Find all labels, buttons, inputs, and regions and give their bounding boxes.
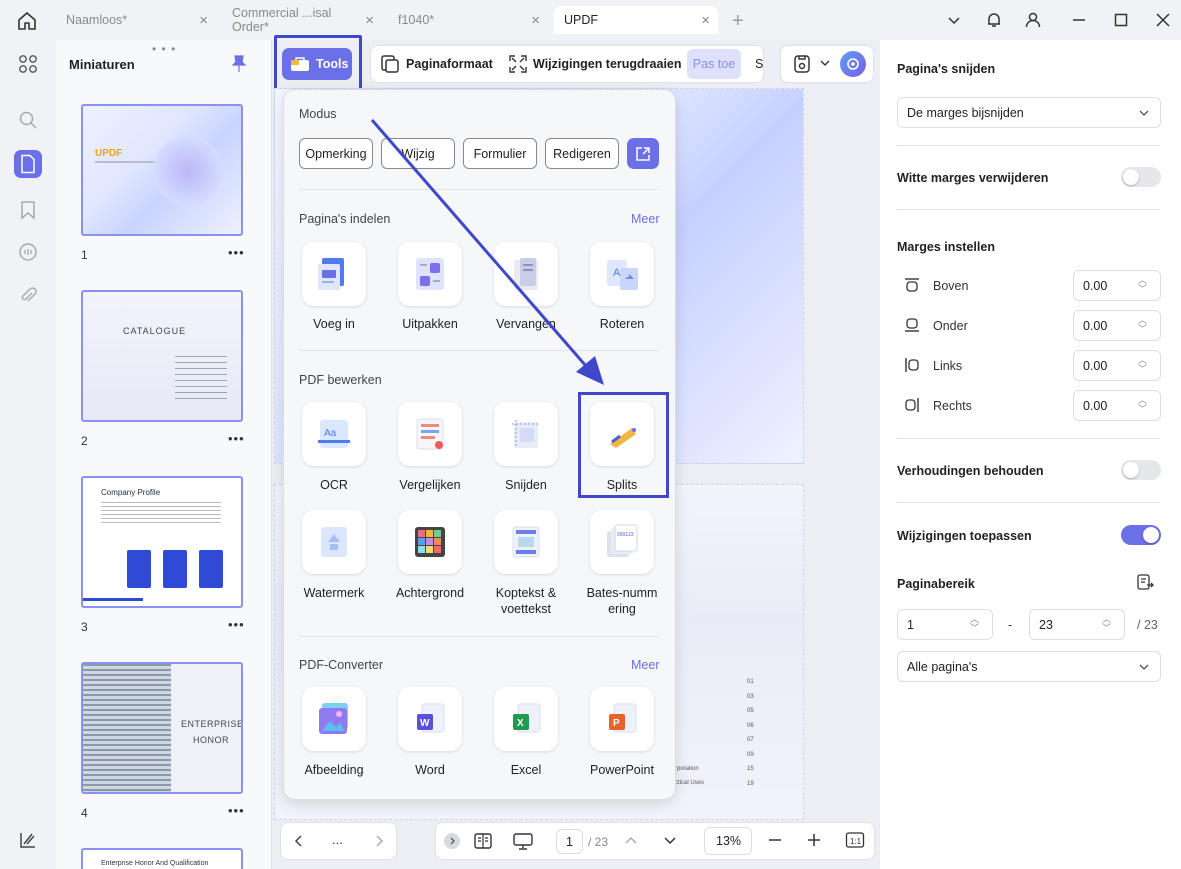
margin-value: 0.00 <box>1083 318 1108 333</box>
range-to-input[interactable]: 23 ︿ ﹀ <box>1029 609 1125 640</box>
stepper-icon[interactable]: ︿ ﹀ <box>1102 615 1111 633</box>
divider <box>897 209 1161 210</box>
zoom-input[interactable]: 13% <box>704 827 752 855</box>
margin-left-input[interactable]: 0.00 ︿ ﹀ <box>1073 350 1161 381</box>
stepper-icon[interactable]: ︿ ﹀ <box>1138 396 1147 414</box>
stepper-icon[interactable]: ︿ ﹀ <box>970 615 979 633</box>
range-title: Paginabereik <box>897 577 975 591</box>
margin-bottom-input[interactable]: 0.00 ︿ ﹀ <box>1073 310 1161 341</box>
crop-mode-select[interactable]: De marges bijsnijden <box>897 97 1161 128</box>
stepper-icon[interactable]: ︿ ﹀ <box>1138 276 1147 294</box>
presentation-icon[interactable] <box>512 831 534 851</box>
divider <box>897 145 1161 146</box>
crop-mode-value: De marges bijsnijden <box>907 105 1024 120</box>
stepper-icon[interactable]: ︿ ﹀ <box>1138 356 1147 374</box>
divider <box>897 502 1161 503</box>
stepper-icon[interactable]: ︿ ﹀ <box>1138 316 1147 334</box>
margin-label: Boven <box>933 279 969 293</box>
more-pages-dots[interactable]: ... <box>332 832 343 847</box>
page-down-icon[interactable] <box>663 835 677 847</box>
keep-ratio-label: Verhoudingen behouden <box>897 464 1044 478</box>
range-from-input[interactable]: 1 ︿ ﹀ <box>897 609 993 640</box>
divider <box>897 438 1161 439</box>
zoom-in-icon[interactable] <box>807 833 821 847</box>
white-margins-label: Witte marges verwijderen <box>897 171 1049 185</box>
margin-label: Rechts <box>933 399 972 413</box>
apply-changes-toggle[interactable] <box>1121 525 1161 545</box>
zoom-value: 13% <box>716 834 742 848</box>
page-number-input[interactable]: 1 <box>556 829 583 854</box>
range-total: / 23 <box>1137 618 1158 632</box>
crop-title: Pagina's snijden <box>897 62 996 76</box>
actual-size-icon[interactable]: 1:1 <box>845 831 865 849</box>
margin-label: Onder <box>933 319 968 333</box>
range-mode-value: Alle pagina's <box>907 659 978 674</box>
page-layout-icon[interactable] <box>473 831 493 851</box>
crop-settings-panel <box>880 40 1181 869</box>
margin-top-icon <box>904 277 920 293</box>
page-current: 1 <box>566 834 573 849</box>
svg-text:1:1: 1:1 <box>850 837 862 846</box>
chevron-down-icon <box>1139 664 1149 670</box>
margin-top-input[interactable]: 0.00 ︿ ﹀ <box>1073 270 1161 301</box>
margin-left-icon <box>904 357 920 373</box>
collapse-icon[interactable] <box>444 833 460 849</box>
keep-ratio-toggle[interactable] <box>1121 460 1161 480</box>
margin-bottom-icon <box>904 317 920 333</box>
margin-value: 0.00 <box>1083 398 1108 413</box>
margin-right-input[interactable]: 0.00 ︿ ﹀ <box>1073 390 1161 421</box>
margin-right-icon <box>904 397 920 413</box>
range-separator: - <box>1008 618 1013 632</box>
prev-icon[interactable] <box>293 834 305 848</box>
page-range-icon[interactable] <box>1136 573 1154 591</box>
margins-title: Marges instellen <box>897 240 995 254</box>
margin-label: Links <box>933 359 963 373</box>
page-up-icon[interactable] <box>624 834 638 846</box>
margin-value: 0.00 <box>1083 358 1108 373</box>
apply-changes-label: Wijzigingen toepassen <box>897 529 1032 543</box>
page-total: / 23 <box>588 835 609 849</box>
range-mode-select[interactable]: Alle pagina's <box>897 651 1161 682</box>
range-to-value: 23 <box>1039 617 1053 632</box>
next-icon[interactable] <box>373 834 385 848</box>
chevron-down-icon <box>1139 110 1149 116</box>
margin-value: 0.00 <box>1083 278 1108 293</box>
zoom-out-icon[interactable] <box>768 833 782 847</box>
range-from-value: 1 <box>907 617 914 632</box>
white-margins-toggle[interactable] <box>1121 167 1161 187</box>
